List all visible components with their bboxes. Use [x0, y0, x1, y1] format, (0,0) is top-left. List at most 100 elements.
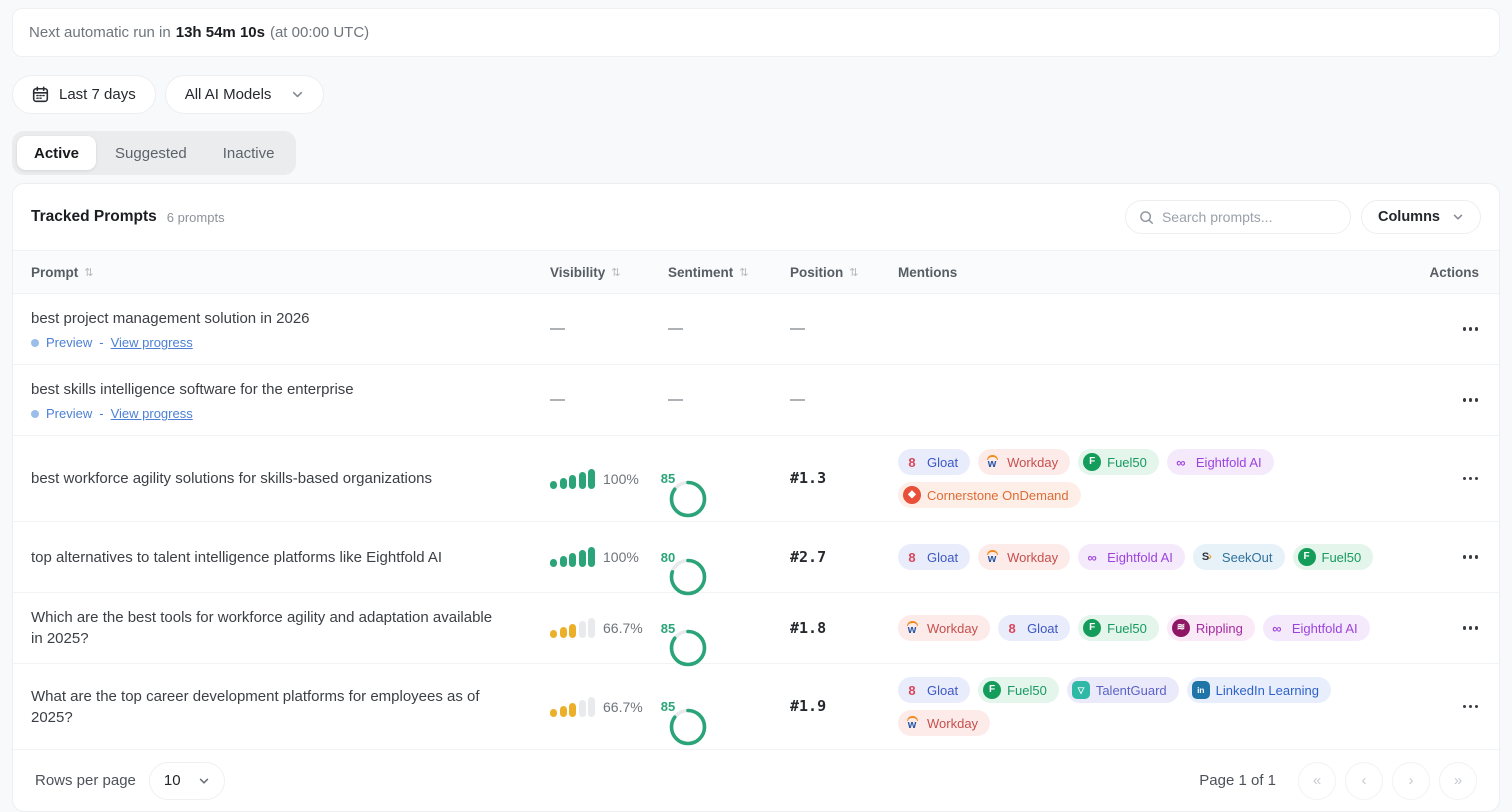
tab-inactive[interactable]: Inactive	[206, 136, 292, 170]
row-actions-button[interactable]	[1417, 398, 1499, 401]
mention-chip-label: Fuel50	[1107, 621, 1147, 636]
visibility-bars-icon	[550, 547, 595, 567]
mention-chip[interactable]: inLinkedIn Learning	[1187, 677, 1331, 703]
mention-chip[interactable]: 8Gloat	[898, 449, 970, 475]
prompt-cell: best workforce agility solutions for ski…	[13, 468, 532, 489]
ai-models-dropdown[interactable]: All AI Models	[165, 75, 325, 114]
mention-chip[interactable]: ∞Eightfold AI	[1167, 449, 1274, 475]
workday-logo-icon: w	[983, 548, 1001, 566]
mention-chip-label: Fuel50	[1322, 550, 1362, 565]
row-actions-button[interactable]	[1417, 555, 1499, 558]
mention-chip[interactable]: ▽TalentGuard	[1067, 677, 1179, 703]
mention-chip[interactable]: ≋ Rippling	[1167, 615, 1255, 641]
mention-chip[interactable]: ∞Eightfold AI	[1263, 615, 1370, 641]
next-page-button[interactable]: ›	[1392, 762, 1430, 800]
prompt-text: Which are the best tools for workforce a…	[31, 607, 532, 649]
rippling-logo-icon: ≋	[1172, 619, 1190, 637]
table-row[interactable]: best skills intelligence software for th…	[13, 365, 1499, 436]
mention-chip[interactable]: 8Gloat	[898, 677, 970, 703]
view-progress-link[interactable]: View progress	[111, 335, 193, 350]
calendar-icon	[32, 86, 49, 103]
mention-chip[interactable]: wWorkday	[978, 449, 1070, 475]
visibility-bars-icon	[550, 618, 595, 638]
date-range-button[interactable]: Last 7 days	[12, 75, 156, 114]
prompt-text: best workforce agility solutions for ski…	[31, 468, 532, 489]
mention-chip[interactable]: 8Gloat	[898, 544, 970, 570]
empty-value: —	[550, 391, 565, 408]
first-page-button[interactable]: «	[1298, 762, 1336, 800]
filter-bar: Last 7 days All AI Models	[12, 75, 1500, 114]
columns-dropdown[interactable]: Columns	[1361, 200, 1481, 234]
column-header-position[interactable]: Position ⇅	[772, 265, 880, 280]
eightfold-ai-logo-icon: ∞	[1083, 548, 1101, 566]
mention-chip[interactable]: FFuel50	[978, 677, 1059, 703]
position-cell: —	[772, 320, 880, 338]
mention-chip[interactable]: F Fuel50	[1293, 544, 1374, 570]
column-header-visibility[interactable]: Visibility ⇅	[532, 265, 650, 280]
mention-chip[interactable]: wWorkday	[898, 615, 990, 641]
chevron-left-icon: ‹	[1362, 772, 1367, 789]
mention-chip[interactable]: w Workday	[978, 544, 1070, 570]
position-value: #1.9	[790, 697, 826, 715]
chevron-right-icon: ›	[1409, 772, 1414, 789]
tab-suggested[interactable]: Suggested	[98, 136, 204, 170]
preview-status: Preview-View progress	[31, 335, 532, 350]
mention-chip-label: Workday	[1007, 550, 1058, 565]
mention-chip-label: Gloat	[927, 550, 958, 565]
workday-logo-icon: w	[903, 714, 921, 732]
table-row[interactable]: Which are the best tools for workforce a…	[13, 593, 1499, 664]
visibility-bars-icon	[550, 697, 595, 717]
search-input[interactable]	[1162, 209, 1337, 225]
actions-cell	[1417, 327, 1499, 330]
visibility-meter: 100%	[550, 469, 650, 489]
mention-chip[interactable]: FFuel50	[1078, 449, 1159, 475]
gloat-logo-icon: 8	[1003, 619, 1021, 637]
actions-cell	[1417, 705, 1499, 708]
prompt-cell: What are the top career development plat…	[13, 686, 532, 728]
table-row[interactable]: best project management solution in 2026…	[13, 294, 1499, 365]
last-page-button[interactable]: »	[1439, 762, 1477, 800]
row-actions-button[interactable]	[1417, 327, 1499, 330]
table-body: best project management solution in 2026…	[13, 294, 1499, 750]
mentions-cell: 8Gloat wWorkday FFuel50 ∞Eightfold AI ◆Corne…	[880, 449, 1417, 508]
visibility-cell: 66.7%	[532, 618, 650, 638]
column-header-sentiment[interactable]: Sentiment ⇅	[650, 265, 772, 280]
visibility-bars-icon	[550, 469, 595, 489]
row-actions-button[interactable]	[1417, 477, 1499, 480]
preview-status: Preview-View progress	[31, 406, 532, 421]
rows-per-page-select[interactable]: 10	[149, 762, 225, 800]
mention-chip-label: TalentGuard	[1096, 683, 1167, 698]
prompt-count-badge: 6 prompts	[167, 210, 225, 225]
mention-chip-label: SeekOut	[1222, 550, 1273, 565]
position-cell: #2.7	[772, 548, 880, 567]
column-header-prompt[interactable]: Prompt ⇅	[13, 265, 532, 280]
mention-chip[interactable]: ∞Eightfold AI	[1078, 544, 1185, 570]
column-header-mentions: Mentions	[880, 265, 1417, 280]
visibility-percent: 100%	[603, 471, 639, 487]
sort-icon: ⇅	[84, 266, 93, 279]
visibility-percent: 66.7%	[603, 699, 643, 715]
view-progress-link[interactable]: View progress	[111, 406, 193, 421]
tab-active[interactable]: Active	[17, 136, 96, 170]
mention-chip-label: Rippling	[1196, 621, 1243, 636]
mention-chip[interactable]: FFuel50	[1078, 615, 1159, 641]
row-actions-button[interactable]	[1417, 705, 1499, 708]
table-row[interactable]: top alternatives to talent intelligence …	[13, 522, 1499, 593]
mention-chip[interactable]: wWorkday	[898, 710, 990, 736]
table-row[interactable]: best workforce agility solutions for ski…	[13, 436, 1499, 522]
previous-page-button[interactable]: ‹	[1345, 762, 1383, 800]
mention-chip-label: Cornerstone OnDemand	[927, 488, 1069, 503]
visibility-cell: 100%	[532, 469, 650, 489]
mention-chip[interactable]: 8Gloat	[998, 615, 1070, 641]
table-row[interactable]: What are the top career development plat…	[13, 664, 1499, 750]
rows-per-page-label: Rows per page	[35, 772, 136, 789]
mention-chip[interactable]: S›SeekOut	[1193, 544, 1285, 570]
row-actions-button[interactable]	[1417, 626, 1499, 629]
eightfold-ai-logo-icon: ∞	[1172, 453, 1190, 471]
visibility-cell: 100%	[532, 547, 650, 567]
mention-chip[interactable]: ◆Cornerstone OnDemand	[898, 482, 1081, 508]
sort-icon: ⇅	[849, 266, 858, 279]
fuel50-logo-icon: F	[1298, 548, 1316, 566]
columns-label: Columns	[1378, 209, 1440, 225]
mentions-cell: 8Gloat FFuel50 ▽TalentGuard inLinkedIn Lear…	[880, 677, 1417, 736]
